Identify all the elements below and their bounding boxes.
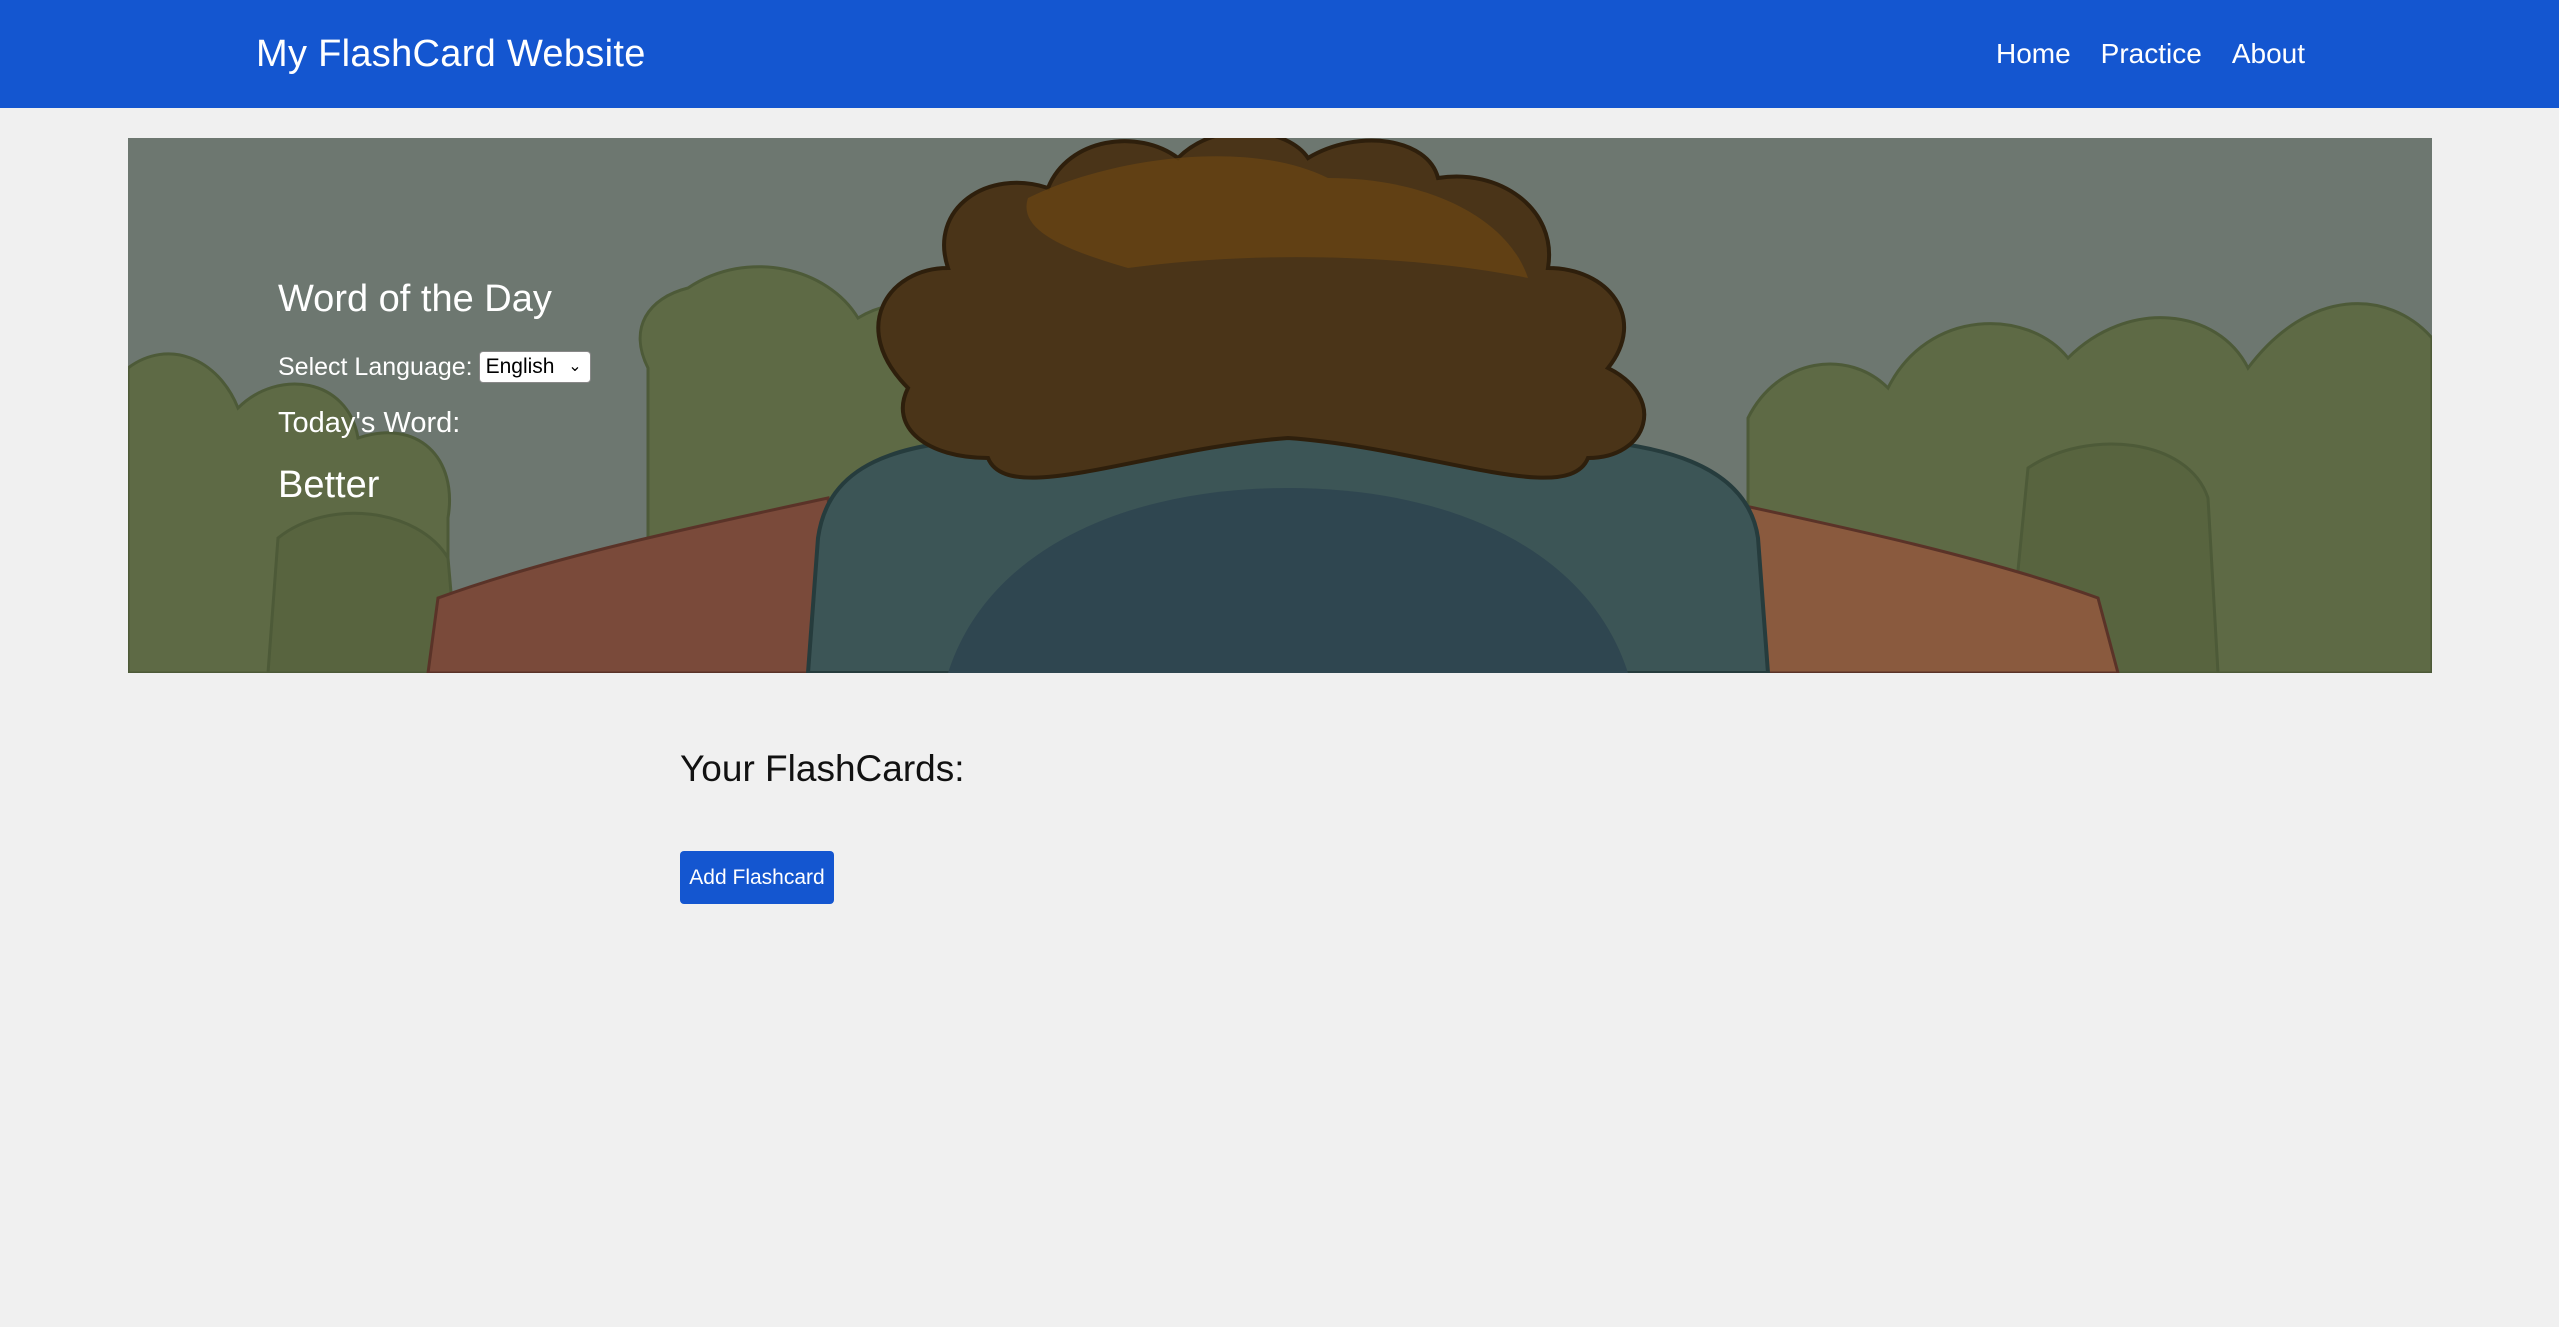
chevron-down-icon: ⌄	[568, 358, 582, 375]
language-label: Select Language:	[278, 352, 473, 381]
nav-link-home[interactable]: Home	[1996, 38, 2071, 70]
add-flashcard-button[interactable]: Add Flashcard	[680, 851, 834, 904]
flashcards-section-title: Your FlashCards:	[680, 748, 965, 789]
todays-word-value: Better	[278, 464, 380, 506]
nav-link-practice[interactable]: Practice	[2101, 38, 2202, 70]
language-selected-value: English	[485, 355, 555, 378]
todays-word-label: Today's Word:	[278, 407, 461, 439]
word-of-the-day-title: Word of the Day	[278, 278, 552, 320]
hero-content: Word of the Day Select Language: English…	[278, 278, 591, 507]
language-selector-row: Select Language: English ⌄	[278, 351, 591, 383]
site-brand[interactable]: My FlashCard Website	[256, 0, 646, 108]
language-select[interactable]: English ⌄	[478, 351, 591, 383]
word-of-the-day-banner: Word of the Day Select Language: English…	[128, 138, 2432, 673]
nav-links: Home Practice About	[1996, 0, 2305, 108]
top-navbar: My FlashCard Website Home Practice About	[0, 0, 2559, 108]
nav-link-about[interactable]: About	[2232, 38, 2305, 70]
